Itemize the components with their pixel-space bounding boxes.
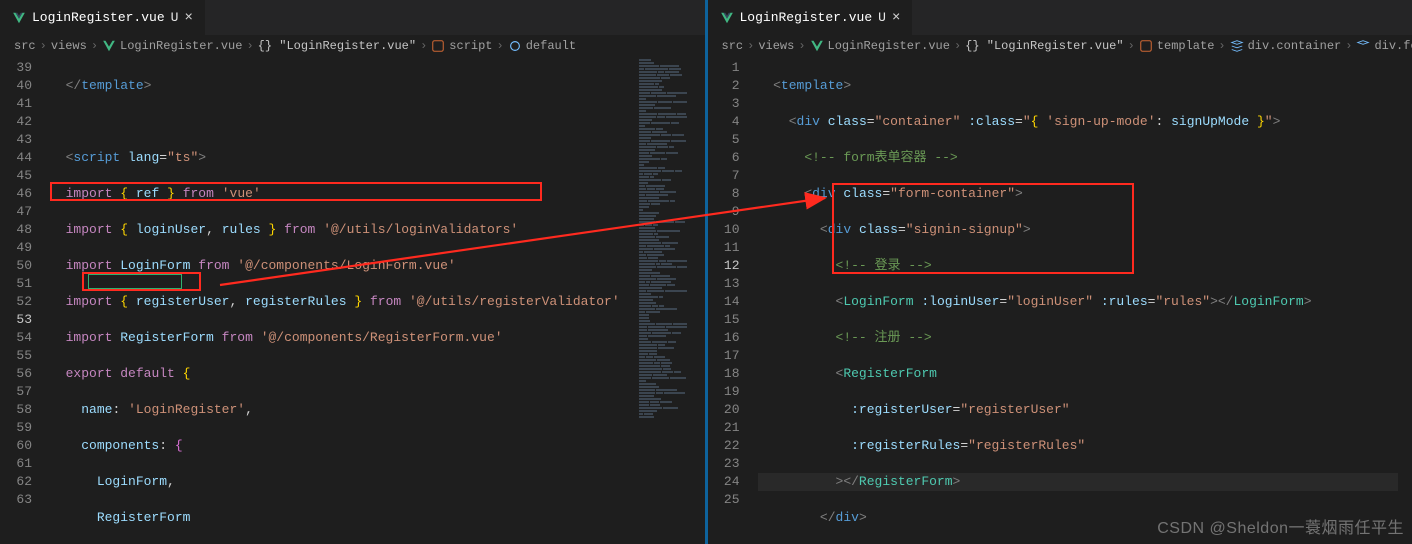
watermark: CSDN @Sheldon一蓑烟雨任平生: [1157, 514, 1404, 538]
code-editor-left[interactable]: 3940414243444546474849505152535455565758…: [0, 57, 705, 544]
code-content[interactable]: </template> <script lang="ts"> import { …: [50, 57, 635, 544]
div-icon: [1356, 39, 1370, 53]
code-content[interactable]: <template> <div class="container" :class…: [758, 57, 1399, 544]
close-icon[interactable]: ×: [892, 10, 900, 26]
close-icon[interactable]: ×: [184, 10, 192, 26]
breadcrumb-right[interactable]: src› views› LoginRegister.vue› {} "Login…: [708, 35, 1412, 57]
tab-bar-left: LoginRegister.vue U ×: [0, 0, 705, 35]
line-gutter: 1234567891011121314151617181920212223242…: [708, 57, 758, 544]
modified-indicator: U: [878, 10, 886, 25]
template-icon: [1139, 39, 1153, 53]
right-editor-pane: LoginRegister.vue U × src› views› LoginR…: [708, 0, 1412, 544]
left-editor-pane: LoginRegister.vue U × src› views› LoginR…: [0, 0, 708, 544]
tab-title: LoginRegister.vue: [32, 10, 165, 25]
tab-bar-right: LoginRegister.vue U ×: [708, 0, 1412, 35]
scrollbar[interactable]: [1398, 57, 1412, 544]
line-gutter: 3940414243444546474849505152535455565758…: [0, 57, 50, 544]
vue-icon: [102, 39, 116, 53]
modified-indicator: U: [171, 10, 179, 25]
scrollbar[interactable]: [691, 57, 705, 544]
tab-title: LoginRegister.vue: [740, 10, 873, 25]
minimap[interactable]: [635, 57, 691, 544]
script-icon: [431, 39, 445, 53]
div-icon: [1230, 39, 1244, 53]
vue-icon: [810, 39, 824, 53]
vue-icon: [12, 11, 26, 25]
breadcrumb-left[interactable]: src› views› LoginRegister.vue› {} "Login…: [0, 35, 705, 57]
tab-loginregister-left[interactable]: LoginRegister.vue U ×: [0, 0, 206, 35]
default-icon: [508, 39, 522, 53]
tab-loginregister-right[interactable]: LoginRegister.vue U ×: [708, 0, 914, 35]
green-box-registerform: [88, 274, 182, 289]
code-editor-right[interactable]: 1234567891011121314151617181920212223242…: [708, 57, 1412, 544]
vue-icon: [720, 11, 734, 25]
